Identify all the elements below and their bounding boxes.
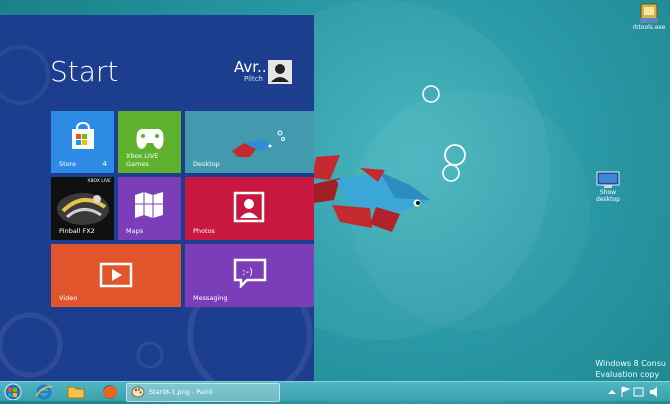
map-icon (135, 192, 163, 218)
paint-icon (131, 386, 145, 398)
game-controller-icon (136, 128, 164, 149)
user-avatar[interactable] (268, 60, 292, 84)
tile-pinball-fx2[interactable]: XBOX LIVE Pinball FX2 (51, 177, 114, 240)
tile-maps[interactable]: Maps (118, 177, 181, 240)
tile-label: Messaging (193, 294, 228, 302)
taskbar-file-explorer[interactable] (66, 383, 86, 400)
taskbar-internet-explorer[interactable] (34, 383, 54, 400)
watermark-line: Windows 8 Consu (595, 359, 666, 368)
taskbar-firefox[interactable] (100, 383, 120, 400)
tile-label: Maps (126, 227, 144, 235)
tile-label: Desktop (193, 160, 220, 168)
tray-icons (608, 386, 657, 397)
desktop-icon-label: Show desktop (596, 189, 620, 203)
desktop-icon-label: rktools.exe (632, 24, 666, 31)
taskbar-window-title: Start8-1.png - Paint (149, 388, 213, 396)
taskbar: Start8-1.png - Paint (0, 381, 670, 402)
user-avatar-icon (271, 64, 289, 82)
windows-orb-icon (4, 383, 22, 401)
tile-xbox-live-games[interactable]: Xbox LIVE Games (118, 111, 181, 173)
tile-label: Xbox LIVE Games (126, 152, 159, 168)
chat-bubble-icon: :-) (233, 258, 267, 288)
tile-video[interactable]: Video (51, 244, 181, 307)
user-name[interactable]: Avr... (234, 58, 271, 76)
user-subname: Piltch (244, 75, 263, 83)
start-button[interactable] (2, 383, 24, 401)
tile-label: Pinball FX2 (59, 227, 95, 235)
xbox-live-badge: XBOX LIVE (87, 179, 111, 184)
network-icon (633, 387, 644, 397)
system-tray (604, 384, 668, 400)
tile-photos[interactable]: Photos (185, 177, 314, 240)
evaluation-watermark: Windows 8 Consu Evaluation copy (595, 358, 666, 380)
shopping-bag-icon (72, 121, 94, 149)
pinball-logo-icon (57, 193, 109, 225)
desktop-icon-rktools[interactable]: rktools.exe (627, 2, 670, 31)
tile-store[interactable]: Store 4 (51, 111, 114, 173)
monitor-icon (596, 171, 620, 188)
fish-thumbnail-icon (232, 130, 285, 157)
start-screen: Start Avr... Piltch Store 4 Xbox LIVE Ga… (0, 15, 314, 381)
svg-text::-): :-) (242, 267, 253, 278)
watermark-line: Evaluation copy (595, 370, 660, 379)
chevron-up-icon (608, 390, 616, 394)
tile-messaging[interactable]: :-) Messaging (185, 244, 314, 307)
installer-icon (640, 3, 658, 23)
volume-icon (650, 387, 657, 397)
tile-label: Photos (193, 227, 215, 235)
tile-label: Store (59, 160, 77, 168)
tile-desktop[interactable]: Desktop (185, 111, 314, 173)
tile-badge: 4 (102, 160, 107, 168)
desktop-icon-show-desktop[interactable]: Show desktop (588, 171, 628, 203)
start-title: Start (50, 55, 119, 88)
tile-label: Video (59, 294, 78, 302)
internet-explorer-icon (35, 384, 53, 400)
firefox-icon (103, 385, 118, 399)
taskbar-paint-window[interactable]: Start8-1.png - Paint (126, 383, 280, 402)
photo-portrait-icon (233, 191, 265, 223)
fish-graphic (300, 155, 430, 232)
play-video-icon (99, 262, 133, 288)
action-center-flag-icon (621, 386, 631, 397)
folder-icon (67, 386, 85, 399)
